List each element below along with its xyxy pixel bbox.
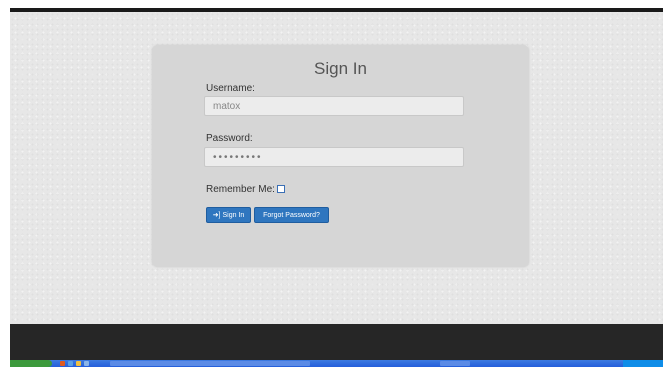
browser-icon[interactable] <box>60 361 65 366</box>
os-taskbar <box>10 360 663 367</box>
password-label: Password: <box>206 133 253 144</box>
taskbar-window-item[interactable] <box>440 361 470 366</box>
username-label: Username: <box>206 83 255 94</box>
start-button[interactable] <box>10 360 52 367</box>
remember-me-checkbox[interactable] <box>276 185 285 193</box>
forgot-password-button[interactable]: Forgot Password? <box>254 207 329 223</box>
forgot-password-label: Forgot Password? <box>263 211 320 219</box>
sign-in-button[interactable]: ➜] Sign In <box>206 207 251 223</box>
page-title: Sign In <box>314 59 367 78</box>
desktop-icon[interactable] <box>68 361 73 366</box>
page-footer <box>10 324 663 360</box>
username-input[interactable] <box>204 96 464 116</box>
media-icon[interactable] <box>84 361 89 366</box>
sign-in-button-label: Sign In <box>222 211 245 219</box>
system-tray <box>623 360 663 367</box>
remember-me-row: Remember Me: <box>206 183 285 195</box>
login-panel: Sign In Username: Password: Remember Me:… <box>152 45 529 267</box>
password-input[interactable] <box>204 147 464 167</box>
folder-icon[interactable] <box>76 361 81 366</box>
taskbar-window-item[interactable] <box>110 361 310 366</box>
remember-me-label: Remember Me: <box>206 183 275 195</box>
screen: Sign In Username: Password: Remember Me:… <box>0 0 663 367</box>
sign-in-icon: ➜] <box>212 212 221 219</box>
